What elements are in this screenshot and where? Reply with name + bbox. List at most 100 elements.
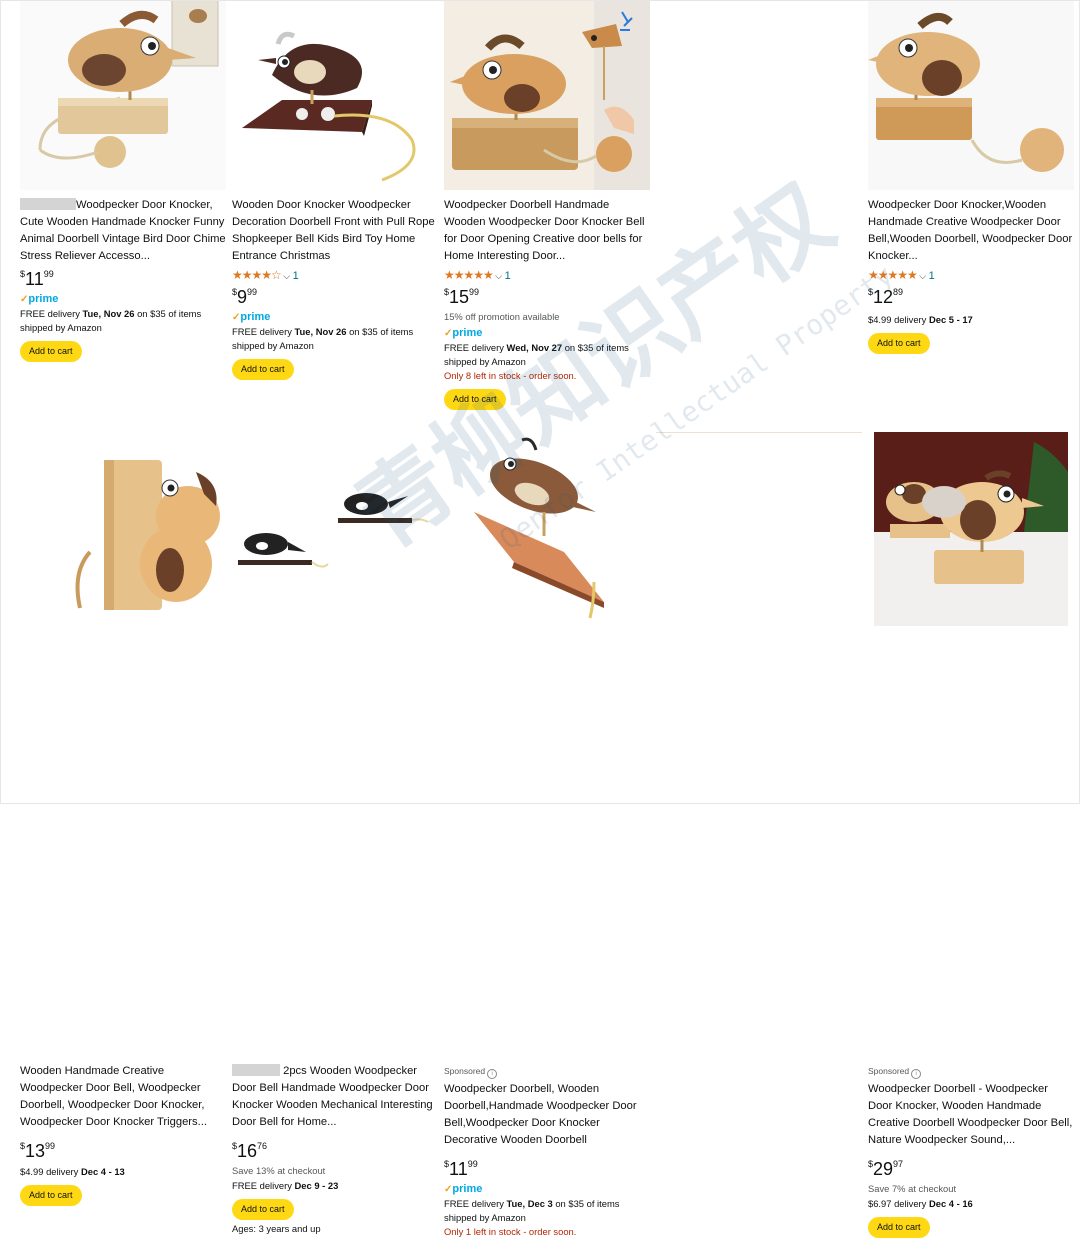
delivery-date: Dec 5 - 17 <box>928 314 973 325</box>
redacted-brand <box>20 198 76 210</box>
prime-badge: ✓prime <box>20 291 226 307</box>
empty-product-slot <box>656 0 862 190</box>
delivery-date: Wed, Nov 27 <box>506 342 563 353</box>
delivery-info: FREE delivery Dec 9 - 23 <box>232 1179 438 1193</box>
prime-label: prime <box>452 1183 483 1195</box>
product-price: $1599 <box>444 285 650 309</box>
add-to-cart-button[interactable]: Add to cart <box>232 359 294 380</box>
star-rating-icon[interactable]: ★★★★★ <box>868 268 918 282</box>
prime-label: prime <box>452 327 483 339</box>
product-title[interactable]: Wooden Door Knocker Woodpecker Decoratio… <box>232 197 438 265</box>
product-price: $2997 <box>868 1157 1074 1181</box>
delivery-date: Tue, Nov 26 <box>294 326 347 337</box>
promotion-text: 15% off promotion available <box>444 311 560 322</box>
prime-badge: ✓prime <box>232 309 438 325</box>
prime-check-icon: ✓ <box>444 1184 453 1195</box>
star-rating-icon[interactable]: ★★★★☆ <box>232 268 282 282</box>
sponsored-label[interactable]: Sponsored i <box>868 1065 1074 1079</box>
delivery-prefix: $4.99 delivery <box>20 1166 81 1177</box>
prime-label: prime <box>240 311 271 323</box>
chevron-down-icon[interactable]: ⌵ <box>493 271 505 281</box>
product-title[interactable]: Woodpecker Doorbell, Wooden Doorbell,Han… <box>444 1081 650 1149</box>
delivery-prefix: $6.97 delivery <box>868 1198 929 1209</box>
product-image[interactable] <box>868 0 1074 190</box>
price-fraction: 76 <box>257 1141 268 1151</box>
prime-badge: ✓prime <box>444 1181 650 1197</box>
delivery-info: $6.97 delivery Dec 4 - 16 <box>868 1197 1074 1211</box>
product-title[interactable]: Woodpecker Door Knocker,Wooden Handmade … <box>868 197 1074 265</box>
price-whole: 15 <box>449 287 470 307</box>
delivery-date: Dec 4 - 13 <box>80 1166 125 1177</box>
product-price: $1399 <box>20 1139 226 1163</box>
add-to-cart-button[interactable]: Add to cart <box>20 1185 82 1206</box>
product-title[interactable]: Wooden Handmade Creative Woodpecker Door… <box>20 1063 226 1131</box>
stock-warning: Only 1 left in stock - order soon. <box>444 1226 577 1237</box>
product-title[interactable]: 2pcs Wooden Woodpecker Door Bell Handmad… <box>232 1063 438 1131</box>
delivery-prefix: FREE delivery <box>232 326 295 337</box>
add-to-cart-button[interactable]: Add to cart <box>868 333 930 354</box>
product-image[interactable] <box>444 432 650 626</box>
delivery-info: FREE delivery Tue, Dec 3 on $35 of items… <box>444 1197 650 1225</box>
delivery-date: Dec 4 - 16 <box>928 1198 973 1209</box>
star-rating-icon[interactable]: ★★★★★ <box>444 268 494 282</box>
product-price: $1199 <box>20 267 226 291</box>
product-image[interactable] <box>232 432 438 626</box>
price-whole: 12 <box>873 287 894 307</box>
chevron-down-icon[interactable]: ⌵ <box>917 271 929 281</box>
redacted-brand <box>232 1064 280 1076</box>
price-fraction: 99 <box>45 1141 56 1151</box>
info-icon[interactable]: i <box>487 1069 498 1079</box>
product-image[interactable] <box>444 0 650 190</box>
rating-count[interactable]: 1 <box>505 270 511 282</box>
delivery-info: FREE delivery Tue, Nov 26 on $35 of item… <box>20 307 226 335</box>
delivery-prefix: FREE delivery <box>232 1180 295 1191</box>
product-rating[interactable]: ★★★★★ ⌵ 1 <box>444 267 650 283</box>
product-price: $1199 <box>444 1157 650 1181</box>
delivery-date: Tue, Nov 26 <box>82 308 135 319</box>
sponsored-label[interactable]: Sponsored i <box>444 1065 650 1079</box>
product-title[interactable]: Woodpecker Doorbell - Woodpecker Door Kn… <box>868 1081 1074 1149</box>
delivery-info: FREE delivery Wed, Nov 27 on $35 of item… <box>444 341 650 369</box>
product-rating[interactable]: ★★★★☆ ⌵ 1 <box>232 267 438 283</box>
info-icon[interactable]: i <box>911 1069 922 1079</box>
price-whole: 11 <box>449 1159 468 1179</box>
product-image[interactable] <box>20 432 226 626</box>
delivery-date: Tue, Dec 3 <box>506 1198 553 1209</box>
product-image[interactable] <box>874 432 1068 626</box>
product-title[interactable]: Woodpecker Doorbell Handmade Wooden Wood… <box>444 197 650 265</box>
prime-label: prime <box>28 293 59 305</box>
add-to-cart-button[interactable]: Add to cart <box>232 1199 294 1220</box>
product-price: $1676 <box>232 1139 438 1163</box>
promotion-text: Save 7% at checkout <box>868 1183 957 1194</box>
product-image[interactable] <box>20 0 226 190</box>
stock-warning: Only 8 left in stock - order soon. <box>444 370 577 381</box>
price-fraction: 99 <box>467 1159 478 1169</box>
price-whole: 11 <box>25 269 44 289</box>
price-fraction: 97 <box>893 1159 904 1169</box>
price-whole: 16 <box>237 1141 258 1161</box>
add-to-cart-button[interactable]: Add to cart <box>868 1217 930 1238</box>
delivery-date: Dec 9 - 23 <box>294 1180 339 1191</box>
sponsored-text: Sponsored <box>868 1066 910 1076</box>
product-rating[interactable]: ★★★★★ ⌵ 1 <box>868 267 1074 283</box>
rating-count[interactable]: 1 <box>929 270 935 282</box>
price-whole: 13 <box>25 1141 46 1161</box>
product-image[interactable] <box>232 0 438 190</box>
prime-badge: ✓prime <box>444 325 650 341</box>
price-whole: 9 <box>237 287 248 307</box>
add-to-cart-button[interactable]: Add to cart <box>444 389 506 410</box>
age-range: Ages: 3 years and up <box>232 1223 321 1234</box>
delivery-info: $4.99 delivery Dec 5 - 17 <box>868 313 1074 327</box>
chevron-down-icon[interactable]: ⌵ <box>281 271 293 281</box>
delivery-info: FREE delivery Tue, Nov 26 on $35 of item… <box>232 325 438 353</box>
product-title[interactable]: Woodpecker Door Knocker, Cute Wooden Han… <box>20 197 226 265</box>
delivery-info: $4.99 delivery Dec 4 - 13 <box>20 1165 226 1179</box>
sponsored-text: Sponsored <box>444 1066 486 1076</box>
empty-product-slot <box>656 432 862 627</box>
product-price: $999 <box>232 285 438 309</box>
product-price: $1289 <box>868 285 1074 309</box>
price-fraction: 99 <box>469 287 480 297</box>
add-to-cart-button[interactable]: Add to cart <box>20 341 82 362</box>
price-fraction: 89 <box>893 287 904 297</box>
rating-count[interactable]: 1 <box>293 270 299 282</box>
